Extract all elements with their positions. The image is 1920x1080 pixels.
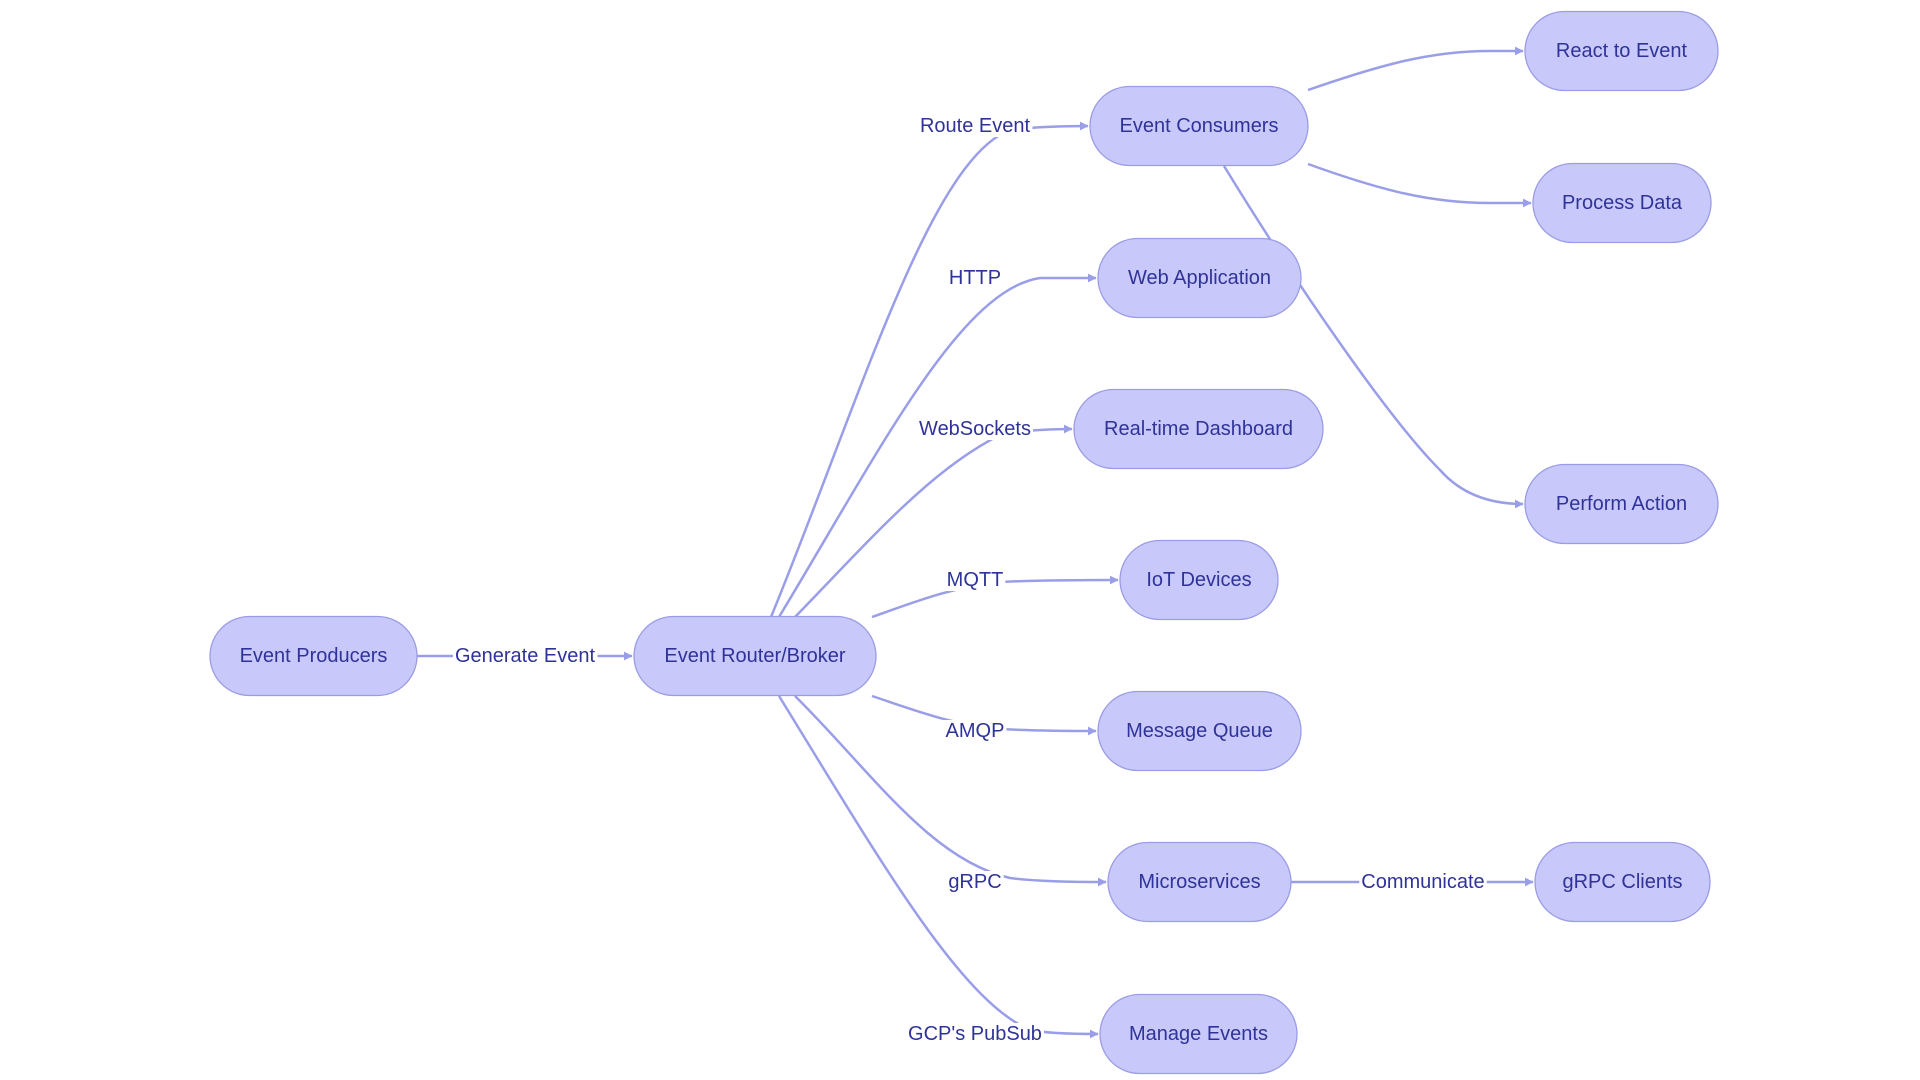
edge-label-text: MQTT [947, 569, 1004, 591]
edge-label-text: gRPC [948, 871, 1001, 893]
node-dashboard[interactable]: Real-time Dashboard [1073, 388, 1324, 470]
node-react[interactable]: React to Event [1524, 10, 1719, 92]
edge-label-micro-to-grpcclients: Communicate [1359, 871, 1487, 893]
node-micro[interactable]: Microservices [1107, 841, 1292, 923]
node-producers[interactable]: Event Producers [209, 615, 418, 697]
node-manage[interactable]: Manage Events [1099, 993, 1298, 1075]
edge-label-broker-to-webapp: HTTP [946, 267, 1004, 289]
edge-label-broker-to-consumers: Route Event [917, 115, 1033, 137]
node-perform[interactable]: Perform Action [1524, 463, 1719, 545]
edge-label-text: Route Event [920, 115, 1031, 137]
edge-label-broker-to-micro: gRPC [946, 871, 1004, 893]
node-webapp[interactable]: Web Application [1097, 237, 1302, 319]
edge-label-text: GCP's PubSub [908, 1023, 1042, 1045]
edge-label-text: Communicate [1361, 871, 1484, 893]
node-process[interactable]: Process Data [1532, 162, 1712, 244]
node-label: IoT Devices [1146, 569, 1251, 591]
node-label: Process Data [1562, 192, 1683, 214]
edge-consumers-to-process [1307, 162, 1532, 208]
node-label: Event Router/Broker [664, 645, 846, 667]
edge-label-text: AMQP [946, 720, 1005, 742]
node-label: Manage Events [1129, 1023, 1268, 1045]
flowchart-diagram: Generate Event Route Event HTTP WebSockets M… [209, 10, 1719, 1075]
edge-label-broker-to-manage: GCP's PubSub [906, 1023, 1044, 1045]
edge-broker-to-dashboard [794, 424, 1073, 618]
node-label: Event Producers [240, 645, 388, 667]
node-label: Event Consumers [1120, 115, 1279, 137]
edge-consumers-to-react [1307, 46, 1524, 92]
edge-label-text: Generate Event [455, 645, 596, 667]
node-label: Perform Action [1556, 493, 1687, 515]
node-grpcclients[interactable]: gRPC Clients [1534, 841, 1711, 923]
node-label: Web Application [1128, 267, 1271, 289]
edge-label-producers-to-broker: Generate Event [452, 645, 598, 667]
edge-label-broker-to-dashboard: WebSockets [917, 418, 1033, 440]
node-consumers[interactable]: Event Consumers [1089, 85, 1309, 167]
edge-label-broker-to-iot: MQTT [944, 569, 1006, 591]
node-label: Microservices [1138, 871, 1260, 893]
edge-label-text: WebSockets [919, 418, 1031, 440]
edge-labels-layer: Generate Event Route Event HTTP WebSockets M… [452, 115, 1487, 1045]
node-label: gRPC Clients [1562, 871, 1682, 893]
edge-label-broker-to-mq: AMQP [943, 720, 1007, 742]
node-label: Real-time Dashboard [1104, 418, 1293, 440]
node-iot[interactable]: IoT Devices [1119, 539, 1279, 621]
node-label: Message Queue [1126, 720, 1273, 742]
node-mq[interactable]: Message Queue [1097, 690, 1302, 772]
edge-label-text: HTTP [949, 267, 1001, 289]
node-broker[interactable]: Event Router/Broker [633, 615, 877, 697]
node-label: React to Event [1556, 40, 1688, 62]
edge-broker-to-manage [777, 695, 1099, 1039]
edge-broker-to-webapp [777, 273, 1097, 618]
